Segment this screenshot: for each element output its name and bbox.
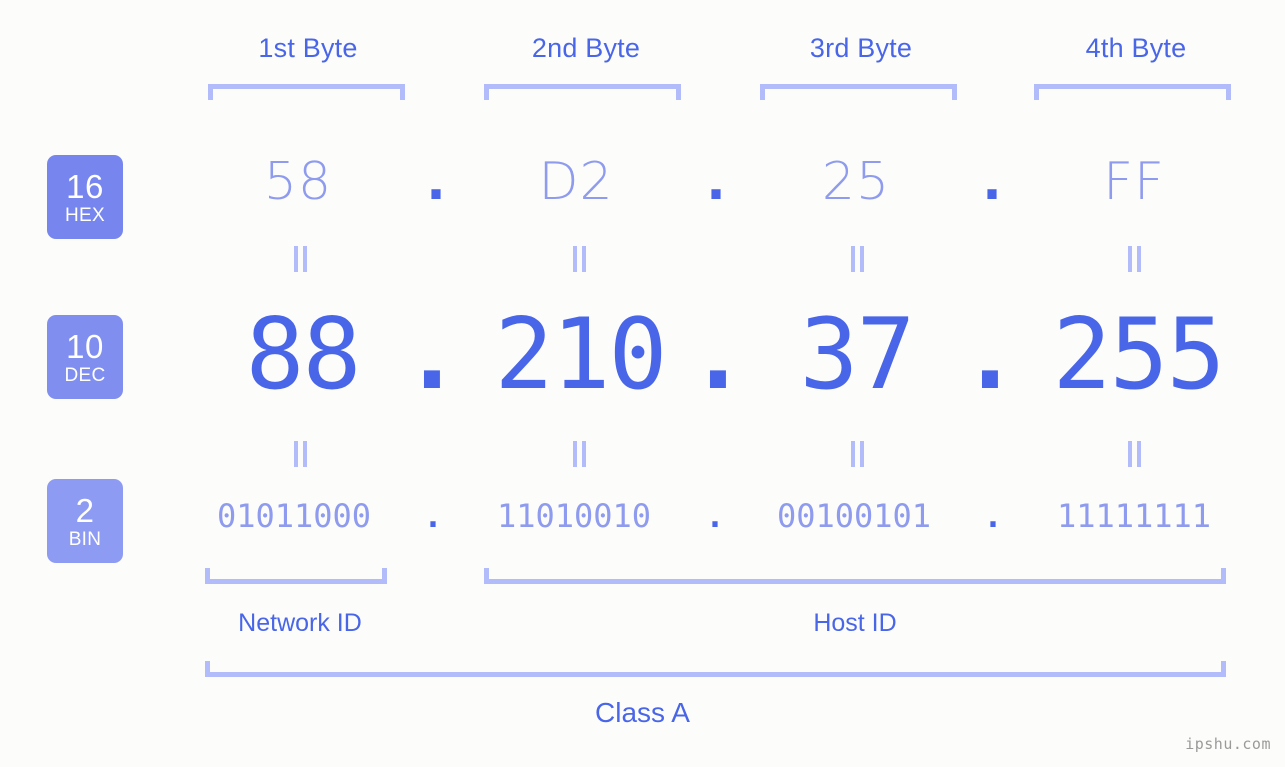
base-badge-hex: 16 HEX xyxy=(47,155,123,239)
hex-separator-2: . xyxy=(706,152,726,212)
byte-header-1: 1st Byte xyxy=(258,33,358,63)
hex-byte-3: 25 xyxy=(821,152,891,212)
hex-separator-1: . xyxy=(426,152,446,212)
network-id-label: Network ID xyxy=(238,609,362,637)
byte-bracket-3 xyxy=(760,84,957,100)
byte-bracket-2 xyxy=(484,84,681,100)
equals-icon-hex-dec-3 xyxy=(849,246,867,272)
class-label: Class A xyxy=(595,697,690,728)
equals-icon-hex-dec-1 xyxy=(292,246,310,272)
host-id-label: Host ID xyxy=(813,609,897,637)
dec-byte-2: 210 xyxy=(494,298,667,412)
byte-header-4: 4th Byte xyxy=(1085,33,1187,63)
site-watermark: ipshu.com xyxy=(1185,735,1271,753)
base-badge-bin-number: 2 xyxy=(75,491,95,529)
bin-separator-2: . xyxy=(705,497,725,535)
byte-header-3: 3rd Byte xyxy=(809,33,913,63)
bin-byte-3: 00100101 xyxy=(776,497,932,535)
equals-icon-dec-bin-2 xyxy=(571,441,589,467)
dec-byte-4: 255 xyxy=(1052,298,1225,412)
bin-byte-4: 11111111 xyxy=(1056,497,1212,535)
dec-separator-1: . xyxy=(402,298,462,412)
bin-separator-1: . xyxy=(423,497,443,535)
base-badge-bin: 2 BIN xyxy=(47,479,123,563)
hex-byte-2: D2 xyxy=(538,152,614,212)
network-id-bracket xyxy=(205,568,387,584)
bin-separator-3: . xyxy=(983,497,1003,535)
base-badge-bin-name: BIN xyxy=(68,528,102,550)
equals-icon-dec-bin-3 xyxy=(849,441,867,467)
dec-byte-1: 88 xyxy=(245,298,361,412)
equals-icon-dec-bin-1 xyxy=(292,441,310,467)
hex-separator-3: . xyxy=(982,152,1002,212)
ip-breakdown-diagram: 1st Byte 2nd Byte 3rd Byte 4th Byte 16 H… xyxy=(0,0,1285,767)
equals-icon-hex-dec-4 xyxy=(1126,246,1144,272)
dec-separator-2: . xyxy=(688,298,748,412)
host-id-bracket xyxy=(484,568,1226,584)
bin-byte-1: 01011000 xyxy=(216,497,372,535)
byte-header-2: 2nd Byte xyxy=(531,33,641,63)
base-badge-hex-number: 16 xyxy=(66,167,104,205)
byte-bracket-1 xyxy=(208,84,405,100)
bin-byte-2: 11010010 xyxy=(496,497,652,535)
base-badge-dec: 10 DEC xyxy=(47,315,123,399)
dec-byte-3: 37 xyxy=(799,298,915,412)
base-badge-hex-name: HEX xyxy=(65,204,105,226)
base-badge-dec-number: 10 xyxy=(66,327,104,365)
equals-icon-dec-bin-4 xyxy=(1126,441,1144,467)
byte-bracket-4 xyxy=(1034,84,1231,100)
equals-icon-hex-dec-2 xyxy=(571,246,589,272)
class-bracket xyxy=(205,661,1226,677)
dec-separator-3: . xyxy=(960,298,1020,412)
hex-byte-4: FF xyxy=(1103,152,1165,212)
hex-byte-1: 58 xyxy=(263,152,333,212)
base-badge-dec-name: DEC xyxy=(64,364,106,386)
